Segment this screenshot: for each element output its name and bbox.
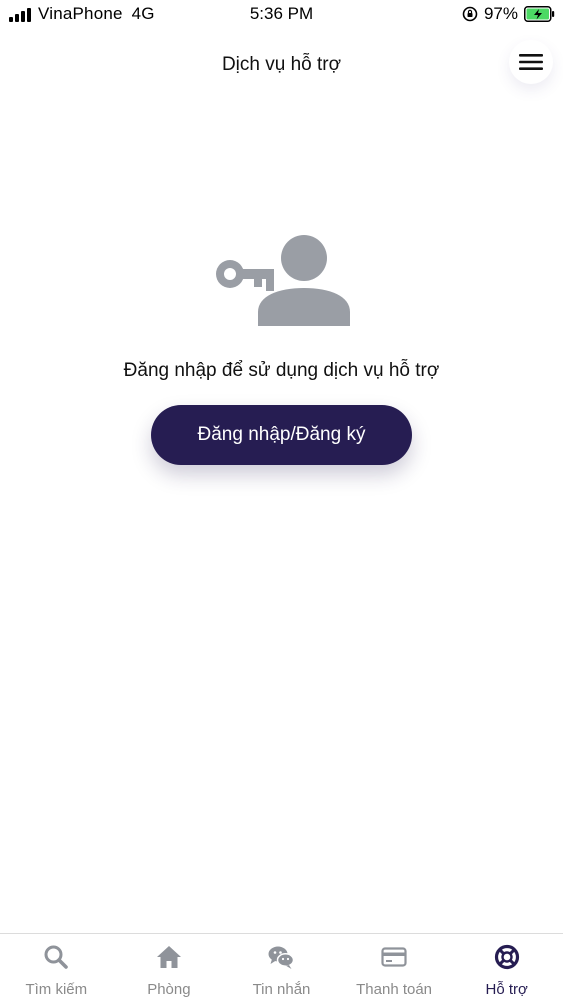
battery-charging-icon	[524, 6, 555, 22]
status-bar: VinaPhone 4G 5:36 PM 97%	[0, 0, 563, 30]
key-user-icon	[216, 235, 350, 326]
bottom-tab-bar: Tìm kiếm Phòng Tin nhắn Thanh toán Hỗ tr…	[0, 933, 563, 1000]
tab-payment-label: Thanh toán	[356, 981, 433, 998]
tab-search[interactable]: Tìm kiếm	[0, 934, 113, 1000]
tab-payment[interactable]: Thanh toán	[338, 934, 451, 1000]
login-prompt-message: Đăng nhập để sử dụng dịch vụ hỗ trợ	[123, 360, 440, 381]
screen: VinaPhone 4G 5:36 PM 97% Dịch vụ hỗ trợ	[0, 0, 563, 1000]
tab-room-label: Phòng	[147, 981, 191, 998]
credit-card-icon	[381, 947, 407, 967]
lifebuoy-icon	[494, 944, 519, 970]
tab-support-label: Hỗ trợ	[485, 981, 528, 998]
tab-support[interactable]: Hỗ trợ	[450, 934, 563, 1000]
battery-percent: 97%	[483, 4, 518, 23]
chat-icon	[268, 946, 295, 969]
tab-room[interactable]: Phòng	[113, 934, 226, 1000]
tab-search-label: Tìm kiếm	[25, 981, 88, 998]
hamburger-menu-icon	[519, 54, 543, 70]
search-icon	[44, 945, 69, 969]
header: Dịch vụ hỗ trợ	[0, 40, 563, 92]
home-icon	[156, 946, 181, 968]
orientation-lock-icon	[462, 6, 478, 22]
menu-button[interactable]	[509, 40, 553, 84]
page-title: Dịch vụ hỗ trợ	[221, 54, 342, 75]
tab-messages-label: Tin nhắn	[252, 981, 311, 998]
login-register-button[interactable]: Đăng nhập/Đăng ký	[151, 405, 412, 465]
status-right: 97%	[462, 4, 555, 24]
tab-messages[interactable]: Tin nhắn	[225, 934, 338, 1000]
